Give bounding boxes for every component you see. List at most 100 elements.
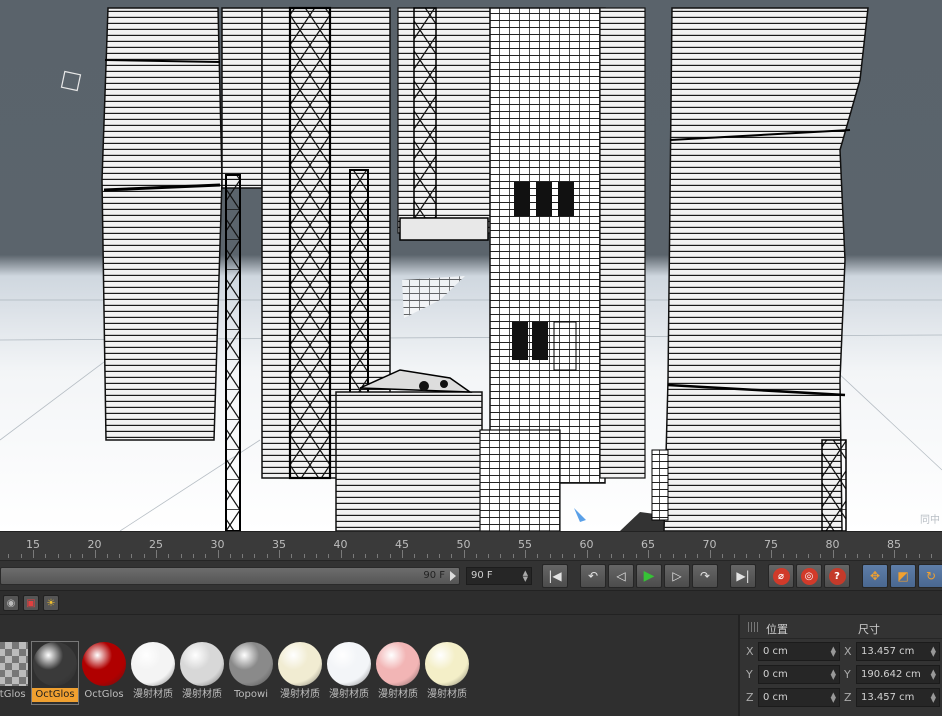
material-swatch[interactable]: 漫射材质 (326, 642, 372, 704)
position-axis-label: Y (746, 668, 753, 681)
next-key-button[interactable]: ↷ (692, 564, 718, 588)
prev-frame-button[interactable]: ◁ (608, 564, 634, 588)
timeline-tick (315, 554, 317, 558)
auto-key-icon: ◎ (800, 567, 818, 585)
timeline-tick (69, 554, 71, 558)
material-preview-button[interactable]: ◉ (3, 595, 19, 611)
timeline-tick (205, 554, 207, 558)
position-field[interactable]: 0 cm ▲ ▼ (758, 665, 840, 684)
timeline-tick (894, 550, 895, 558)
timeline-tick (525, 550, 526, 558)
timeline-tick (438, 554, 440, 558)
material-swatch[interactable]: OctGlos (31, 641, 79, 705)
timeline-tick (229, 554, 231, 558)
spinner-arrows-icon[interactable]: ▲ ▼ (523, 570, 528, 583)
help-button[interactable]: ? (824, 564, 850, 588)
record-key-button[interactable]: ⌀ (768, 564, 794, 588)
key-type-group: ✥ ◩ ↻ (862, 564, 942, 588)
material-toolbar: ◉ ▣ ☀ (0, 591, 942, 615)
timeline-tick (906, 554, 908, 558)
material-swatch[interactable]: 漫射材质 (277, 642, 323, 704)
key-position-button[interactable]: ✥ (862, 564, 888, 588)
next-frame-button[interactable]: ▷ (664, 564, 690, 588)
material-swatch[interactable]: 漫射材质 (375, 642, 421, 704)
camera-icon: ▣ (26, 597, 36, 609)
position-axis-label: X (746, 645, 754, 658)
timeline-tick (721, 554, 723, 558)
size-axis-label: Y (844, 668, 851, 681)
size-axis-label: Z (844, 691, 852, 704)
goto-end-icon: ▶| (736, 569, 750, 583)
timeline-tick (156, 550, 157, 558)
auto-key-button[interactable]: ◎ (796, 564, 822, 588)
size-value: 190.642 cm (861, 669, 921, 680)
position-field[interactable]: 0 cm ▲ ▼ (758, 688, 840, 707)
prev-key-button[interactable]: ↶ (580, 564, 606, 588)
timeline-tick (340, 550, 342, 558)
timeline-ruler[interactable]: 15 20 25 30 35 40 45 50 55 60 65 70 75 80 85 (0, 531, 942, 561)
spinner-arrows-icon[interactable]: ▲ ▼ (831, 646, 836, 658)
record-key-icon: ⌀ (772, 567, 790, 585)
timeline-tick (33, 550, 34, 558)
slider-arrow-icon[interactable] (450, 571, 456, 581)
panel-grip-icon[interactable] (748, 622, 758, 632)
scale-icon: ◩ (897, 569, 909, 583)
prev-key-icon: ↶ (587, 569, 599, 583)
timeline-tick (451, 554, 453, 558)
timeline-tick (549, 554, 551, 558)
frame-range-end-label: 90 F (423, 570, 445, 581)
spinner-arrows-icon[interactable]: ▲ ▼ (831, 692, 836, 704)
timeline-tick (832, 550, 834, 558)
timeline-tick (586, 550, 588, 558)
timeline-tick (94, 550, 96, 558)
key-rotation-button[interactable]: ↻ (918, 564, 942, 588)
timeline-tick (771, 550, 772, 558)
timeline-tick (697, 554, 699, 558)
material-name: 漫射材质 (280, 689, 320, 700)
timeline-tick (844, 554, 846, 558)
material-name: Topowi (234, 689, 268, 700)
spinner-arrows-icon[interactable]: ▲ ▼ (931, 692, 936, 704)
timeline-tick (402, 550, 403, 558)
material-render-button[interactable]: ▣ (23, 595, 39, 611)
position-field[interactable]: 0 cm ▲ ▼ (758, 642, 840, 661)
material-name: OctGlos (32, 688, 78, 702)
spinner-arrows-icon[interactable]: ▲ ▼ (931, 646, 936, 658)
key-scale-button[interactable]: ◩ (890, 564, 916, 588)
coordinate-row: Y 0 cm ▲ ▼ Y 190.642 cm ▲ ▼ (740, 664, 942, 686)
spinner-arrows-icon[interactable]: ▲ ▼ (831, 669, 836, 681)
spinner-arrows-icon[interactable]: ▲ ▼ (931, 669, 936, 681)
coordinates-header: 位置 尺寸 (740, 615, 942, 639)
frame-range-slider[interactable]: 90 F (0, 567, 460, 585)
timeline-tick (783, 554, 785, 558)
timeline-tick (918, 554, 920, 558)
material-swatch[interactable]: 漫射材质 (424, 642, 470, 704)
material-swatch[interactable]: 漫射材质 (130, 642, 176, 704)
viewport-watermark: 同中 (920, 515, 940, 526)
play-button[interactable]: ▶ (636, 564, 662, 588)
size-field[interactable]: 13.457 cm ▲ ▼ (856, 688, 940, 707)
timeline-tick (463, 550, 465, 558)
timeline-tick (623, 554, 625, 558)
material-name: OctGlos (84, 689, 124, 700)
size-field[interactable]: 13.457 cm ▲ ▼ (856, 642, 940, 661)
material-swatch[interactable]: 漫射材质 (179, 642, 225, 704)
timeline-tick (45, 554, 47, 558)
timeline-tick (537, 554, 539, 558)
material-light-button[interactable]: ☀ (43, 595, 59, 611)
material-swatch[interactable]: OctGlos (81, 642, 127, 704)
size-field[interactable]: 190.642 cm ▲ ▼ (856, 665, 940, 684)
timeline-tick (734, 554, 736, 558)
material-swatch[interactable]: OctGlos (0, 642, 29, 704)
timeline-tick (217, 550, 219, 558)
goto-start-button[interactable]: |◀ (542, 564, 568, 588)
goto-end-button[interactable]: ▶| (730, 564, 756, 588)
material-swatch[interactable]: Topowi (228, 642, 274, 704)
timeline-tick (684, 554, 686, 558)
coordinate-row: X 0 cm ▲ ▼ X 13.457 cm ▲ ▼ (740, 641, 942, 663)
timeline-tick (807, 554, 809, 558)
end-frame-field[interactable]: 90 F ▲ ▼ (466, 567, 532, 585)
timeline-tick (389, 554, 391, 558)
3d-viewport[interactable]: 同中 (0, 0, 942, 531)
material-name: 漫射材质 (182, 689, 222, 700)
